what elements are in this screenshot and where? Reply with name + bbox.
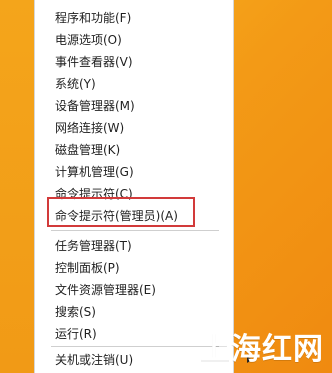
menu-item-network-connections[interactable]: 网络连接(W) [55,118,124,138]
menu-item-disk-management[interactable]: 磁盘管理(K) [55,140,120,160]
menu-item-search[interactable]: 搜索(S) [55,302,96,322]
menu-item-run[interactable]: 运行(R) [55,324,97,344]
watermark-text: 上海红网 [200,332,324,367]
menu-item-task-manager[interactable]: 任务管理器(T) [55,236,132,256]
menu-item-programs-features[interactable]: 程序和功能(F) [55,8,131,28]
menu-item-file-explorer[interactable]: 文件资源管理器(E) [55,280,156,300]
menu-item-command-prompt-admin[interactable]: 命令提示符(管理员)(A) [55,206,178,226]
menu-item-command-prompt[interactable]: 命令提示符(C) [55,184,133,204]
watermark: 上海红网 [200,335,324,365]
menu-item-shutdown-signout[interactable]: 关机或注销(U) [55,350,133,370]
menu-item-event-viewer[interactable]: 事件查看器(V) [55,52,133,72]
menu-item-control-panel[interactable]: 控制面板(P) [55,258,120,278]
menu-item-computer-management[interactable]: 计算机管理(G) [55,162,134,182]
menu-item-system[interactable]: 系统(Y) [55,74,96,94]
menu-separator [51,346,219,347]
desktop-left-strip [0,0,34,373]
winx-context-menu: 程序和功能(F) 电源选项(O) 事件查看器(V) 系统(Y) 设备管理器(M)… [34,0,253,373]
menu-item-power-options[interactable]: 电源选项(O) [55,30,122,50]
menu-separator [51,230,219,231]
menu-item-device-manager[interactable]: 设备管理器(M) [55,96,135,116]
